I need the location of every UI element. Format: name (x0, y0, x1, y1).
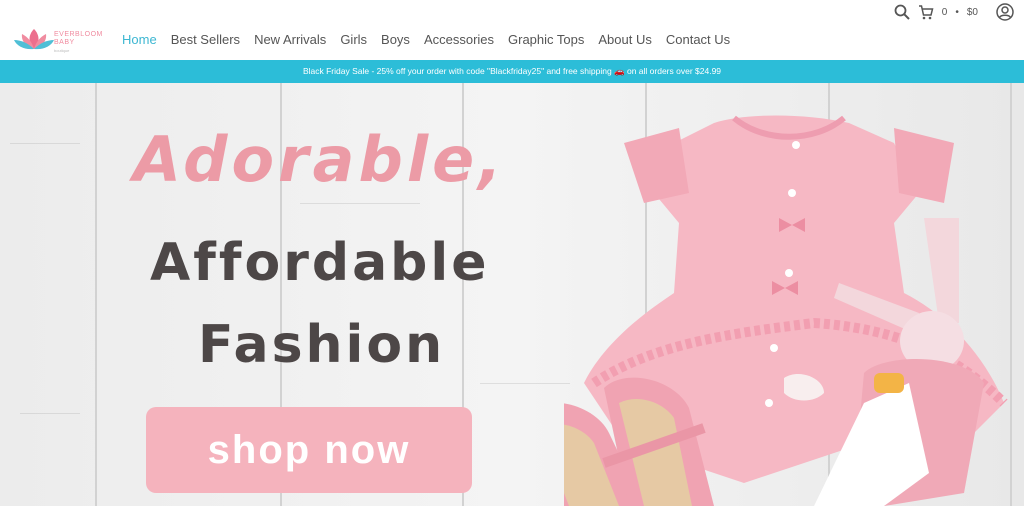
header-actions: 0 • $0 (894, 2, 1014, 22)
hero-headline-2: Affordable (150, 233, 490, 293)
brand-name-line1: EVERBLOOM (54, 31, 103, 38)
nav-item-new-arrivals[interactable]: New Arrivals (254, 32, 326, 47)
hero-section: Adorable, Affordable Fashion shop now (0, 83, 1024, 506)
nav-item-accessories[interactable]: Accessories (424, 32, 494, 47)
dress-sleeve-left (624, 128, 689, 203)
brand-name-line2: BABY (54, 39, 75, 46)
cart-separator: • (955, 6, 959, 18)
search-icon[interactable] (894, 4, 910, 20)
shop-now-button[interactable]: shop now (146, 407, 472, 493)
bunny-ear (924, 218, 959, 323)
bunny-bow (874, 373, 904, 393)
nav-item-contact-us[interactable]: Contact Us (666, 32, 730, 47)
dress-button (792, 141, 800, 149)
wood-grain (480, 383, 570, 384)
nav-item-graphic-tops[interactable]: Graphic Tops (508, 32, 584, 47)
hero-headline-3: Fashion (198, 315, 446, 375)
wood-grain (20, 413, 80, 414)
nav-item-best-sellers[interactable]: Best Sellers (171, 32, 240, 47)
dress-button (770, 344, 778, 352)
cart-count[interactable]: 0 (942, 7, 948, 18)
brand-name: EVERBLOOM BABY boutique (54, 31, 103, 55)
brand-logo[interactable]: EVERBLOOM BABY boutique (14, 27, 106, 55)
main-nav: Home Best Sellers New Arrivals Girls Boy… (122, 32, 730, 47)
product-photo (564, 115, 1008, 506)
wood-grain (10, 143, 80, 144)
lotus-icon (14, 29, 54, 50)
dress-button (788, 189, 796, 197)
nav-item-home[interactable]: Home (122, 32, 157, 47)
nav-item-about-us[interactable]: About Us (598, 32, 651, 47)
dress-button (785, 269, 793, 277)
user-icon[interactable] (996, 3, 1014, 21)
promo-banner: Black Friday Sale - 25% off your order w… (0, 60, 1024, 83)
wood-grain (300, 203, 420, 204)
dress-sleeve-right (894, 128, 954, 203)
cart-icon[interactable] (918, 4, 934, 20)
dress-button (765, 399, 773, 407)
cart-total[interactable]: $0 (967, 7, 978, 18)
nav-item-boys[interactable]: Boys (381, 32, 410, 47)
wood-plank-seam (95, 83, 97, 506)
nav-item-girls[interactable]: Girls (340, 32, 367, 47)
brand-tagline: boutique (54, 48, 70, 53)
hero-headline-1: Adorable, (133, 123, 506, 196)
site-header: EVERBLOOM BABY boutique Home Best Seller… (0, 0, 1024, 60)
